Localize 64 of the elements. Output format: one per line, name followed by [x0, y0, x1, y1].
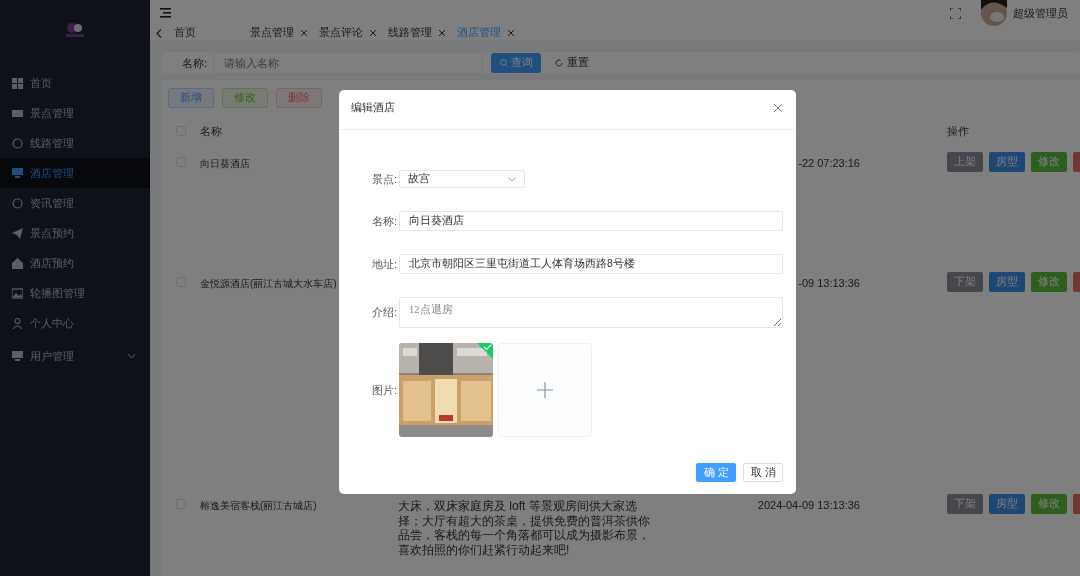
sidebar-item[interactable]: 轮播图管理 [0, 278, 150, 308]
sidebar-item[interactable]: 用户管理 [0, 341, 150, 371]
search-field[interactable]: 请输入名称 [213, 52, 484, 74]
sidebar-item[interactable]: 资讯管理 [0, 188, 150, 218]
reset-button[interactable]: 重置 [549, 53, 596, 73]
sidebar-item[interactable]: 个人中心 [0, 308, 150, 338]
table-cell: -22 07:23:16 [798, 157, 860, 169]
logo-icon [64, 20, 86, 38]
sidebar-item[interactable]: 景点预约 [0, 218, 150, 248]
fullscreen-icon[interactable] [950, 7, 961, 19]
column-header: 操作 [947, 123, 970, 139]
tab[interactable]: 酒店管理 [445, 26, 514, 40]
table-cell: -09 13:13:36 [798, 277, 860, 289]
table-cell: 榕逸美宿客栈(丽江古城店) [200, 500, 317, 511]
chevron-icon [508, 176, 516, 182]
tab[interactable]: 景点管理 [238, 26, 307, 40]
close-icon[interactable] [774, 103, 782, 112]
confirm-button[interactable]: 确定 [696, 463, 736, 482]
close-icon[interactable] [508, 30, 514, 36]
table-cell: 大床，双床家庭房及 loft 等景观房间供大家选择；大厅有超大的茶桌，提供免费的普洱茶供你品尝，客栈的每一个角落都可以成为摄影布景，喜欢拍照的你们赶紧行动起来吧! [398, 499, 650, 558]
input-field[interactable]: 向日葵酒店 [399, 211, 783, 231]
sidebar-item[interactable]: 线路管理 [0, 128, 150, 158]
select-field[interactable]: 故宫 [399, 170, 525, 188]
close-icon[interactable] [301, 30, 307, 36]
textarea-field[interactable]: 12点退房 [399, 297, 783, 328]
search-label: 名称: [182, 55, 208, 71]
field-label: 景点: [370, 171, 398, 187]
field-label: 名称: [370, 213, 398, 229]
toolbar-button[interactable]: 删除 [276, 88, 322, 108]
action-button[interactable]: 修改 [1031, 272, 1067, 292]
table-cell: 向日葵酒店 [200, 158, 250, 169]
cancel-button[interactable]: 取消 [743, 463, 783, 482]
field-label: 介绍: [370, 305, 398, 320]
table-cell: 2024-04-09 13:13:36 [757, 499, 860, 511]
action-button[interactable]: 修改 [1031, 494, 1067, 514]
avatar[interactable] [981, 0, 1007, 26]
close-icon[interactable] [439, 30, 445, 36]
search-icon [499, 59, 508, 67]
check-badge-icon [477, 343, 493, 359]
action-button[interactable]: 修改 [1031, 152, 1067, 172]
toolbar-button[interactable]: 修改 [222, 88, 268, 108]
refresh-icon [555, 59, 564, 67]
search-button[interactable]: 查询 [491, 53, 542, 73]
column-header: 名称 [199, 123, 223, 139]
sidebar-item[interactable]: 景点管理 [0, 98, 150, 128]
dialog-title: 编辑酒店 [351, 100, 395, 115]
field-label: 地址: [370, 256, 398, 272]
close-icon[interactable] [370, 30, 376, 36]
back-icon[interactable] [156, 28, 162, 38]
tab[interactable]: 首页 [162, 26, 238, 40]
action-button[interactable]: 房型 [989, 494, 1025, 514]
sidebar-item[interactable]: 酒店预约 [0, 248, 150, 278]
action-button[interactable]: 房型 [989, 152, 1025, 172]
input-field[interactable]: 北京市朝阳区三里屯街道工人体育场西路8号楼 [399, 254, 783, 274]
sidebar-item[interactable]: 酒店管理 [0, 158, 150, 188]
user-name[interactable]: 超级管理员 [1013, 5, 1068, 21]
action-button[interactable]: 房型 [989, 272, 1025, 292]
plus-icon [537, 382, 553, 398]
table-cell: 金悦源酒店(丽江古城大水车店) [200, 278, 337, 289]
toolbar-button[interactable]: 新增 [168, 88, 214, 108]
sidebar-item[interactable]: 首页 [0, 68, 150, 98]
tab[interactable]: 景点评论 [307, 26, 376, 40]
tab[interactable]: 线路管理 [376, 26, 445, 40]
field-label: 图片: [370, 382, 398, 398]
